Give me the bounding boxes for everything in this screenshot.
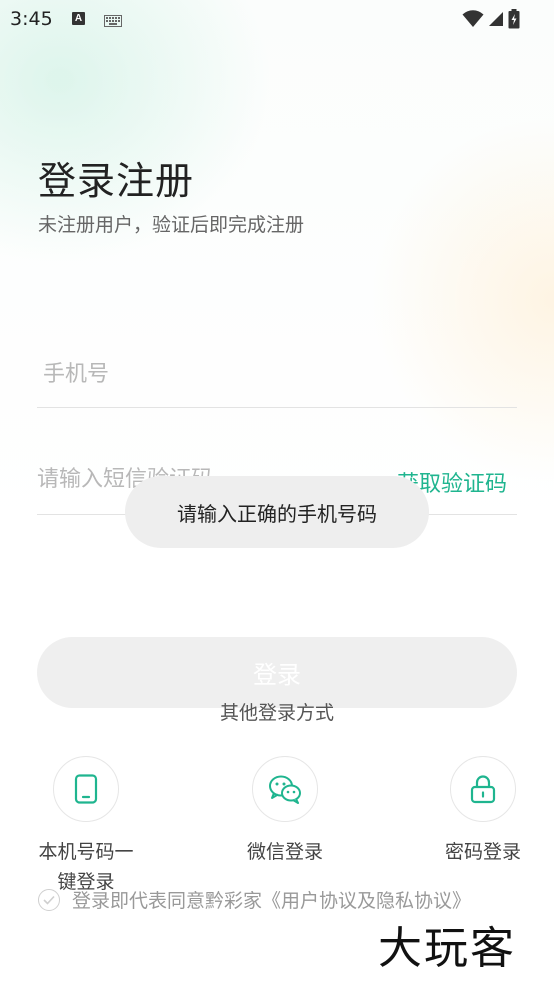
one-click-login-option[interactable]: 本机号码一键登录 bbox=[31, 756, 141, 897]
wifi-icon bbox=[462, 10, 484, 27]
wechat-login-label: 微信登录 bbox=[246, 841, 323, 863]
password-login-circle[interactable] bbox=[450, 756, 516, 822]
password-login-option[interactable]: 密码登录 bbox=[428, 756, 538, 867]
toast-message: 请输入正确的手机号码 bbox=[125, 476, 429, 548]
login-button-label: 登录 bbox=[253, 661, 301, 689]
status-bar: 3:45 A bbox=[0, 0, 554, 38]
notification-a-icon: A bbox=[72, 12, 85, 25]
agreement-checkbox[interactable] bbox=[38, 888, 60, 911]
agreement-text[interactable]: 登录即代表同意黔彩家《用户协议及隐私协议》 bbox=[72, 886, 471, 913]
keyboard-icon bbox=[104, 12, 122, 31]
wechat-login-circle[interactable] bbox=[252, 756, 318, 822]
battery-icon bbox=[508, 9, 520, 29]
password-login-label: 密码登录 bbox=[444, 841, 521, 863]
wechat-icon bbox=[269, 775, 301, 804]
phone-field-container bbox=[37, 346, 517, 408]
checkmark-icon bbox=[43, 895, 55, 905]
lock-icon bbox=[470, 775, 496, 804]
one-click-login-circle[interactable] bbox=[53, 756, 119, 822]
page-title: 登录注册 bbox=[38, 159, 195, 203]
wechat-login-option[interactable]: 微信登录 bbox=[230, 756, 340, 867]
page-subtitle: 未注册用户，验证后即完成注册 bbox=[38, 214, 305, 236]
other-login-title: 其他登录方式 bbox=[219, 702, 334, 724]
phone-icon bbox=[74, 774, 98, 804]
status-right-icons bbox=[462, 9, 520, 29]
phone-input[interactable] bbox=[37, 354, 373, 394]
agreement-row: 登录即代表同意黔彩家《用户协议及隐私协议》 bbox=[38, 886, 471, 913]
signal-icon bbox=[489, 12, 503, 26]
status-time: 3:45 bbox=[10, 8, 53, 30]
watermark-logo: 大玩客 bbox=[378, 923, 516, 974]
